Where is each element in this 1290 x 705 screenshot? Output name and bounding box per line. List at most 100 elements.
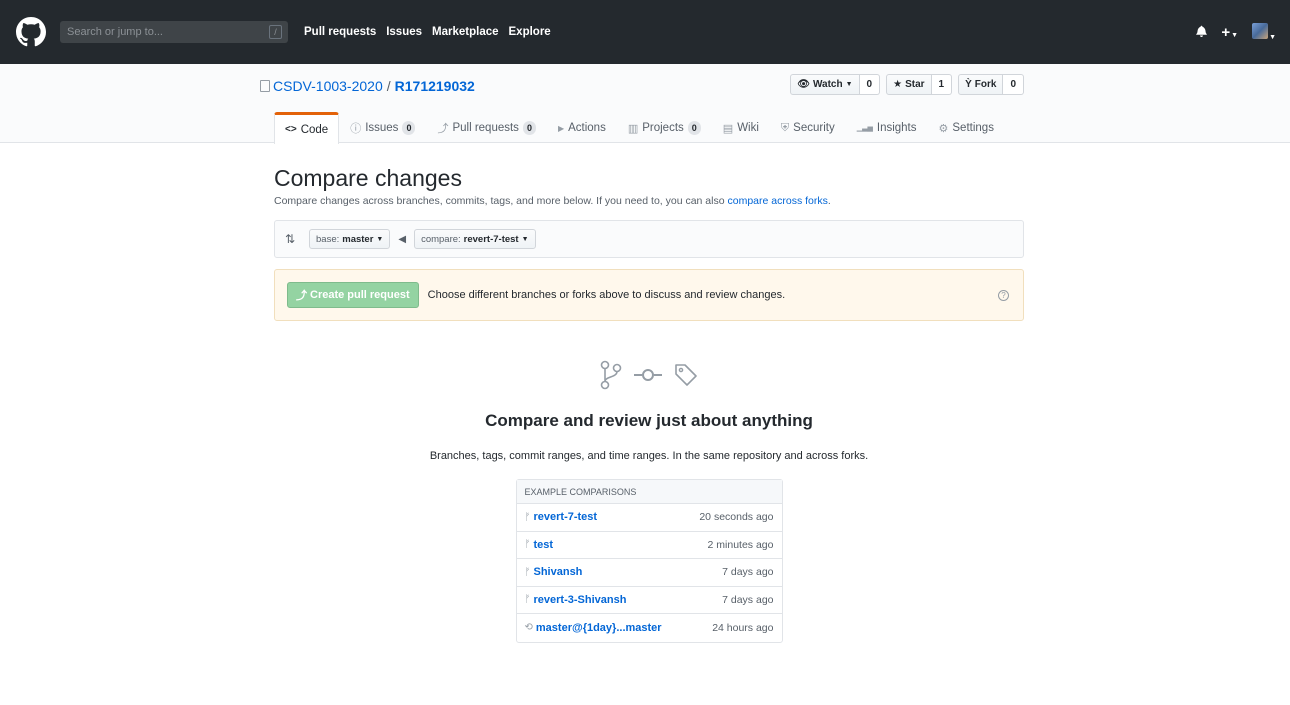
search-box[interactable]: / <box>60 21 288 43</box>
issue-icon: ⓘ <box>350 123 362 135</box>
compare-branch-select[interactable]: compare: revert-7-test ▼ <box>414 229 536 249</box>
range-editor: ⇅ base: master ▼ ◀ compare: revert-7-test ▼ <box>274 220 1024 258</box>
example-time: 2 minutes ago <box>707 538 774 551</box>
nav-issues[interactable]: Issues <box>386 26 422 38</box>
project-icon: ▥ <box>627 122 639 135</box>
plus-icon: + <box>1221 23 1231 41</box>
projects-counter: 0 <box>687 121 701 135</box>
book-icon: ▤ <box>722 122 734 135</box>
pull-request-icon: ⤴ <box>437 123 449 135</box>
history-icon: ⟲ <box>524 622 533 634</box>
tab-issues[interactable]: ⓘ Issues 0 <box>339 112 426 143</box>
pull-request-icon: ⤴ <box>296 290 307 302</box>
tab-wiki[interactable]: ▤ Wiki <box>712 112 770 143</box>
example-time: 7 days ago <box>722 566 774 579</box>
repo-actions: 👁 Watch ▼ 0 ★ Star 1 Ỳ Fork 0 <box>790 74 1024 95</box>
tab-label: Insights <box>876 122 917 134</box>
github-logo-icon[interactable] <box>14 15 48 49</box>
global-nav: Pull requests Issues Marketplace Explore <box>304 26 551 38</box>
tab-actions[interactable]: ▶ Actions <box>547 112 617 143</box>
git-branch-icon <box>600 360 622 390</box>
repo-name-link[interactable]: R171219032 <box>395 78 475 94</box>
repo-icon <box>260 80 270 92</box>
caret-down-icon: ▼ <box>376 235 384 243</box>
fork-count[interactable]: 0 <box>1003 74 1024 95</box>
star-label: Star <box>905 79 925 90</box>
compare-description: Compare changes across branches, commits… <box>274 195 1024 207</box>
nav-explore[interactable]: Explore <box>509 26 551 38</box>
list-item: ᚠ test 2 minutes ago <box>516 532 782 559</box>
branch-icon: ᚠ <box>524 594 531 606</box>
search-input[interactable] <box>60 21 288 43</box>
gear-icon: ⚙ <box>938 122 949 135</box>
example-link[interactable]: revert-7-test <box>534 511 598 523</box>
list-item: ᚠ revert-7-test 20 seconds ago <box>516 504 782 532</box>
star-count[interactable]: 1 <box>931 74 953 95</box>
nav-pull-requests[interactable]: Pull requests <box>304 26 376 38</box>
star-button[interactable]: ★ Star <box>886 74 932 95</box>
create-new-dropdown[interactable]: +▼ <box>1221 24 1238 41</box>
compare-page: Compare changes Compare changes across b… <box>274 143 1024 643</box>
path-separator: / <box>386 78 391 94</box>
list-item: ᚠ revert-3-Shivansh 7 days ago <box>516 587 782 614</box>
branch-icon: ᚠ <box>524 566 531 578</box>
watch-count[interactable]: 0 <box>859 74 881 95</box>
example-link[interactable]: master@{1day}...master <box>536 622 662 634</box>
flash-message: Choose different branches or forks above… <box>427 289 786 301</box>
tab-code[interactable]: <> Code <box>274 112 340 144</box>
description-period: . <box>827 195 831 207</box>
blankslate-icons <box>274 355 1024 395</box>
nav-marketplace[interactable]: Marketplace <box>432 26 498 38</box>
base-branch-select[interactable]: base: master ▼ <box>309 229 391 249</box>
play-icon: ▶ <box>557 123 565 133</box>
tab-security[interactable]: ⛨ Security <box>770 112 846 143</box>
create-pull-request-button[interactable]: ⤴ Create pull request <box>287 282 419 308</box>
fork-button[interactable]: Ỳ Fork <box>958 74 1004 95</box>
tab-settings[interactable]: ⚙ Settings <box>928 112 1005 143</box>
list-item: ⟲ master@{1day}...master 24 hours ago <box>517 614 782 642</box>
help-icon[interactable]: ? <box>998 289 1009 301</box>
repo-nav: <> Code ⓘ Issues 0 ⤴ Pull requests 0 ▶ Actions… <box>274 106 1024 144</box>
eye-icon: 👁 <box>797 79 810 90</box>
examples-header: EXAMPLE COMPARISONS <box>516 480 782 504</box>
example-link[interactable]: test <box>534 539 554 551</box>
tab-label: Actions <box>568 122 606 134</box>
fork-label: Fork <box>974 79 997 90</box>
user-menu-dropdown[interactable]: ▼ <box>1252 22 1276 42</box>
repo-title: CSDV-1003-2020 / R171219032 <box>260 76 475 94</box>
base-branch-name: master <box>342 233 374 245</box>
example-time: 20 seconds ago <box>699 511 774 524</box>
list-item: ᚠ Shivansh 7 days ago <box>516 559 782 587</box>
example-time: 24 hours ago <box>712 621 774 634</box>
compare-across-forks-link[interactable]: compare across forks <box>728 195 828 207</box>
fork-icon: Ỳ <box>965 79 972 90</box>
git-compare-icon: ⇅ <box>285 232 296 246</box>
repo-owner-link[interactable]: CSDV-1003-2020 <box>273 78 383 94</box>
star-icon: ★ <box>893 79 903 90</box>
watch-button[interactable]: 👁 Watch ▼ <box>790 74 860 95</box>
caret-down-icon: ▼ <box>1231 31 1239 39</box>
tab-label: Projects <box>642 122 684 134</box>
example-link[interactable]: Shivansh <box>534 566 583 578</box>
example-link[interactable]: revert-3-Shivansh <box>534 594 627 606</box>
tab-projects[interactable]: ▥ Projects 0 <box>617 112 712 143</box>
shield-icon: ⛨ <box>780 121 790 134</box>
tab-pull-requests[interactable]: ⤴ Pull requests 0 <box>426 112 547 143</box>
slash-shortcut-key: / <box>269 25 282 39</box>
pull-requests-counter: 0 <box>522 121 536 135</box>
tab-label: Pull requests <box>452 122 519 134</box>
star-group: ★ Star 1 <box>886 74 953 95</box>
description-text: Compare changes across branches, commits… <box>274 195 725 207</box>
tab-insights[interactable]: ▁▃▅ Insights <box>846 112 928 143</box>
blankslate-text: Branches, tags, commit ranges, and time … <box>429 450 869 462</box>
create-pr-label: Create pull request <box>310 289 410 301</box>
tab-label: Security <box>793 122 835 134</box>
issues-counter: 0 <box>402 121 416 135</box>
repo-header: CSDV-1003-2020 / R171219032 👁 Watch ▼ 0 ★ S… <box>0 64 1290 144</box>
notifications-bell-icon[interactable] <box>1196 25 1208 40</box>
tab-label: Settings <box>952 122 994 134</box>
caret-down-icon: ▼ <box>521 235 529 243</box>
page-title: Compare changes <box>274 165 462 191</box>
header-actions: +▼ ▼ <box>1196 22 1276 42</box>
tab-label: Code <box>300 123 329 136</box>
